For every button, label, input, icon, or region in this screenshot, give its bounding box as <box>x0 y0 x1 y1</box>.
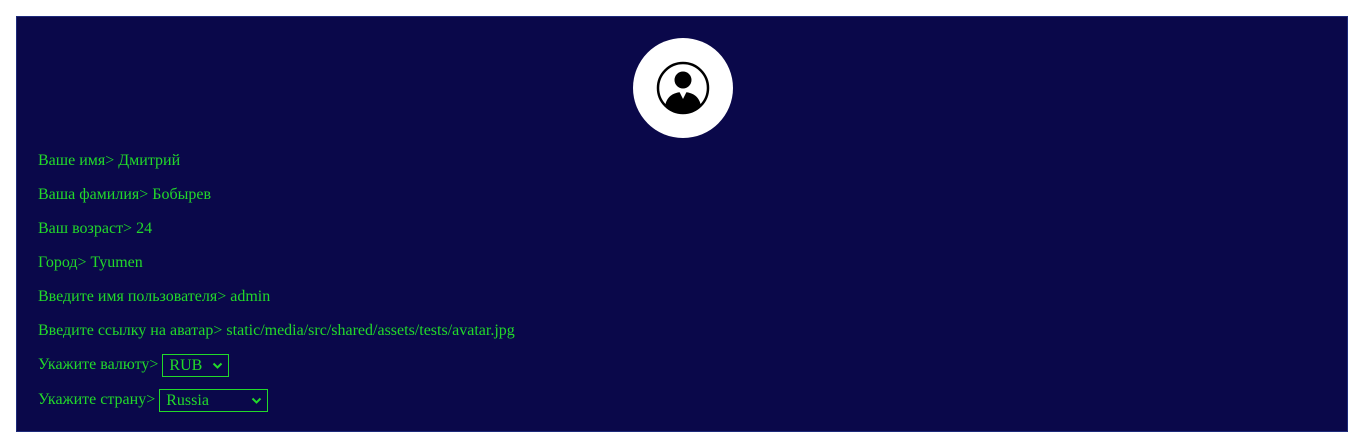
currency-field: Укажите валюту> RUB <box>38 353 230 377</box>
avatar-link-field: Введите ссылку на аватар> static/media/s… <box>38 319 515 343</box>
username-label: Введите имя пользователя> <box>38 288 227 305</box>
currency-select[interactable]: RUB <box>162 353 230 377</box>
country-field: Укажите страну> Russia <box>38 388 269 412</box>
age-field: Ваш возраст> 24 <box>38 217 152 241</box>
profile-card: Ваше имя> Дмитрий Ваша фамилия> Бобырев … <box>16 16 1348 432</box>
first-name-label: Ваше имя> <box>38 152 115 169</box>
avatar-link-value: static/media/src/shared/assets/tests/ava… <box>226 322 515 339</box>
first-name-value: Дмитрий <box>118 152 181 169</box>
city-value: Tyumen <box>90 254 143 271</box>
country-selected-value: Russia <box>166 391 209 409</box>
chevron-down-icon <box>252 397 262 404</box>
first-name-field: Ваше имя> Дмитрий <box>38 149 180 173</box>
user-avatar-icon <box>656 61 710 115</box>
currency-label: Укажите валюту> <box>38 356 159 373</box>
currency-selected-value: RUB <box>169 356 203 374</box>
last-name-value: Бобырев <box>152 186 212 203</box>
country-select[interactable]: Russia <box>159 388 269 412</box>
last-name-label: Ваша фамилия> <box>38 186 149 203</box>
avatar <box>633 38 733 138</box>
age-value: 24 <box>136 220 153 237</box>
city-field: Город> Tyumen <box>38 251 143 275</box>
country-label: Укажите страну> <box>38 391 156 408</box>
last-name-field: Ваша фамилия> Бобырев <box>38 183 211 207</box>
avatar-link-label: Введите ссылку на аватар> <box>38 322 223 339</box>
username-value: admin <box>230 288 271 305</box>
age-label: Ваш возраст> <box>38 220 133 237</box>
city-label: Город> <box>38 254 87 271</box>
chevron-down-icon <box>213 362 223 369</box>
username-field: Введите имя пользователя> admin <box>38 285 270 309</box>
